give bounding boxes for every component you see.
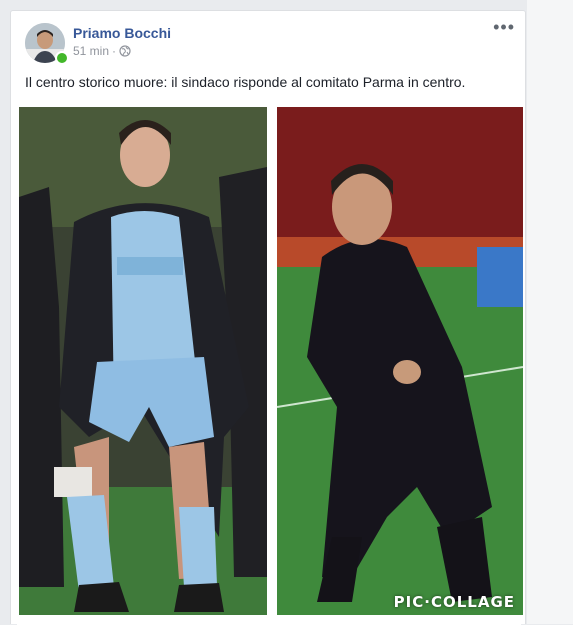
meta-separator: · bbox=[112, 44, 117, 58]
post-card: Priamo Bocchi 51 min · ••• Il centro sto… bbox=[10, 10, 526, 625]
author-name[interactable]: Priamo Bocchi bbox=[73, 25, 171, 41]
photo-right: PIC·COLLAGE bbox=[277, 107, 523, 615]
photo-left-image bbox=[19, 107, 267, 615]
post-meta: 51 min · bbox=[73, 44, 131, 58]
post-timestamp[interactable]: 51 min bbox=[73, 44, 109, 58]
more-options-icon[interactable]: ••• bbox=[493, 18, 515, 36]
right-column-background bbox=[527, 0, 573, 624]
post-photo[interactable]: PIC·COLLAGE bbox=[17, 107, 523, 625]
post-text: Il centro storico muore: il sindaco risp… bbox=[25, 74, 466, 90]
photo-left bbox=[19, 107, 267, 615]
globe-icon[interactable] bbox=[119, 45, 131, 57]
online-status-indicator bbox=[55, 51, 69, 65]
photo-right-image bbox=[277, 107, 523, 615]
pic-collage-watermark: PIC·COLLAGE bbox=[393, 593, 515, 611]
